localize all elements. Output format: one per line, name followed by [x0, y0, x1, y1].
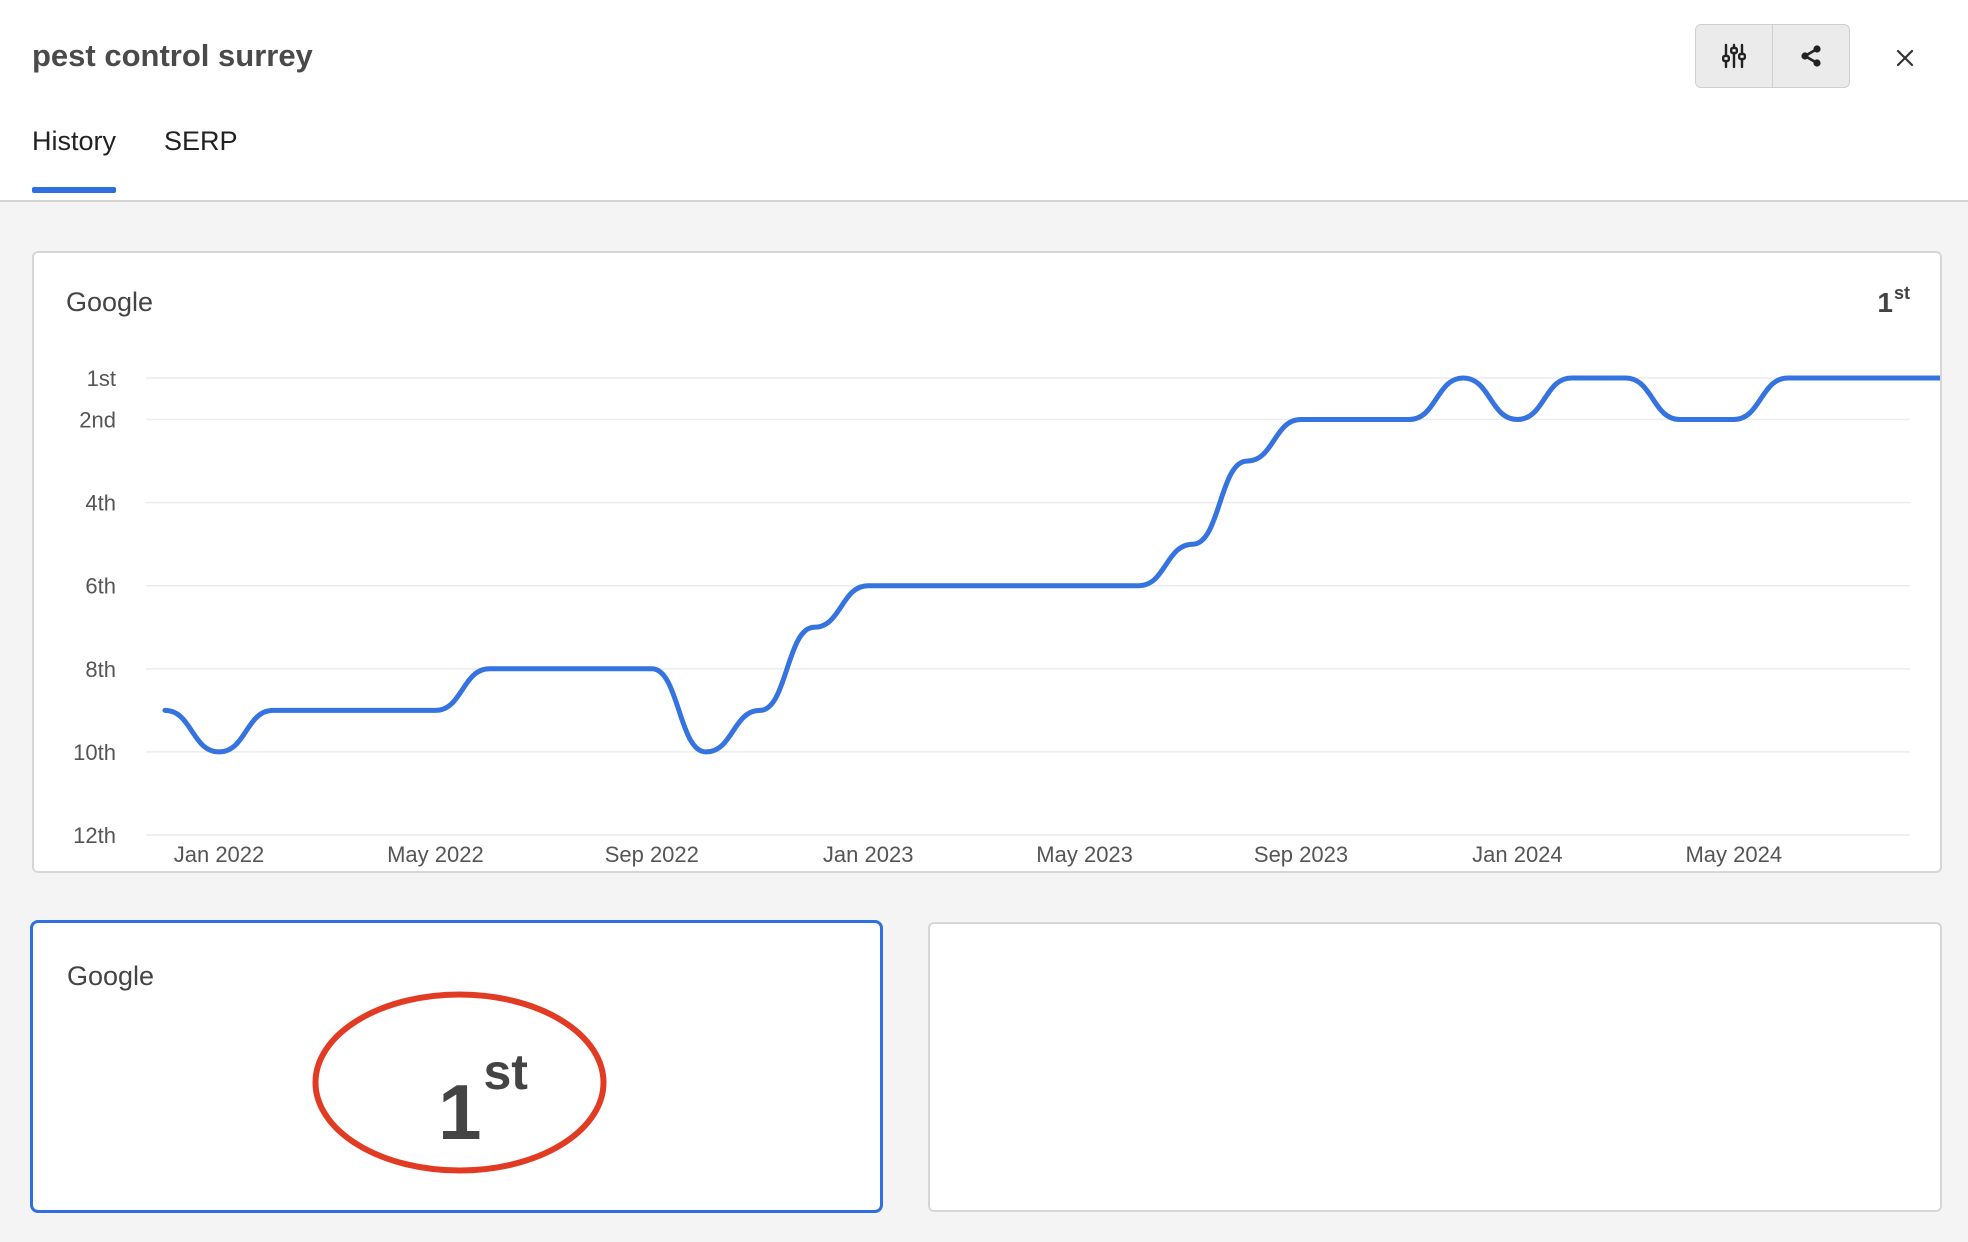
toolbar-button-group	[1695, 24, 1850, 88]
chart-engine-label: Google	[66, 287, 154, 317]
x-tick-label: Sep 2023	[1254, 842, 1348, 867]
y-tick-label: 2nd	[79, 408, 116, 433]
tab-history[interactable]: History	[32, 126, 117, 193]
y-tick-label: 4th	[85, 491, 116, 516]
share-button[interactable]	[1772, 25, 1849, 87]
highlight-circle	[312, 991, 607, 1174]
y-tick-label: 6th	[85, 574, 116, 599]
x-tick-label: Sep 2022	[605, 842, 699, 867]
close-button[interactable]	[1885, 38, 1925, 78]
rank-series-line	[162, 375, 1940, 755]
rank-card-engine-label: Google	[67, 961, 155, 991]
y-tick-label: 10th	[73, 740, 116, 765]
tab-serp[interactable]: SERP	[164, 126, 238, 191]
current-rank-badge: 1st	[1877, 283, 1910, 318]
x-tick-label: May 2024	[1685, 842, 1782, 867]
x-tick-label: May 2023	[1036, 842, 1133, 867]
tab-bar: History SERP	[32, 126, 238, 193]
x-tick-label: Jan 2024	[1472, 842, 1563, 867]
ranking-history-chart: 1st 2nd 4th 6th 8th 10th 12th Jan 2022 May 2022 S…	[73, 366, 1940, 867]
x-tick-label: Jan 2022	[174, 842, 265, 867]
keyword-title: pest control surrey	[32, 38, 313, 73]
history-chart-card: 1st 2nd 4th 6th 8th 10th 12th Jan 2022 May 2022 S…	[32, 251, 1942, 873]
settings-button[interactable]	[1696, 25, 1772, 87]
empty-card	[928, 922, 1942, 1212]
y-tick-label: 8th	[85, 657, 116, 682]
modal-header: pest control surrey History SERP	[0, 0, 1968, 202]
y-tick-label: 1st	[87, 366, 116, 391]
share-icon	[1801, 45, 1821, 67]
close-icon	[1896, 49, 1914, 67]
y-tick-label: 12th	[73, 823, 116, 848]
x-tick-label: Jan 2023	[823, 842, 914, 867]
x-tick-label: May 2022	[387, 842, 484, 867]
sliders-icon	[1722, 43, 1747, 69]
